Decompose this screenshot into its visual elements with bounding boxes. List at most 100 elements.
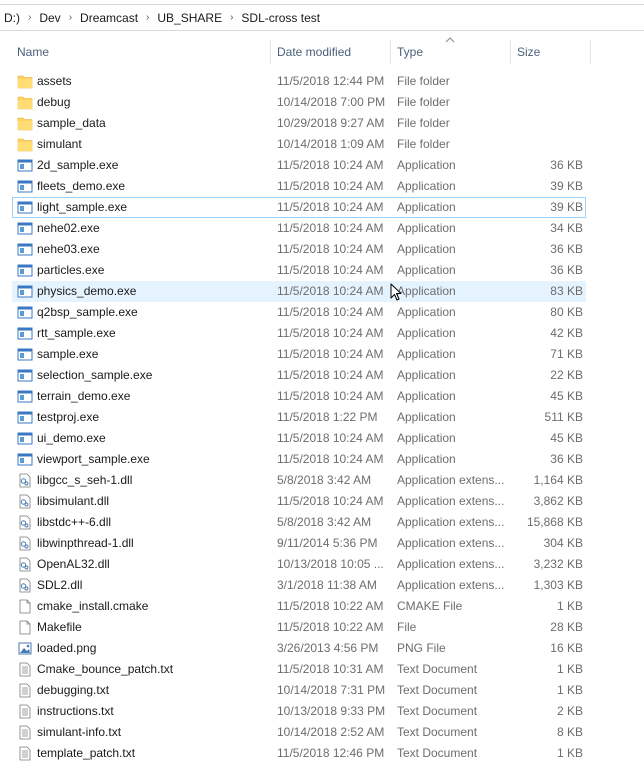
folder-icon [17, 138, 33, 152]
application-icon [17, 222, 33, 235]
file-row[interactable]: simulant-info.txt 10/14/2018 2:52 AM Text … [0, 722, 644, 743]
file-icon-cell [17, 281, 33, 302]
breadcrumb-separator-icon[interactable]: › [24, 12, 35, 23]
file-type: Application [397, 200, 456, 214]
file-row[interactable]: Cmake_bounce_patch.txt 11/5/2018 10:31 AM… [0, 659, 644, 680]
text-file-icon [19, 746, 31, 761]
file-name: template_patch.txt [37, 746, 136, 760]
column-header-name[interactable]: Name [17, 40, 49, 64]
file-row[interactable]: Makefile 11/5/2018 10:22 AM File 28 KB [0, 617, 644, 638]
file-date-modified: 11/5/2018 10:24 AM [277, 179, 384, 193]
file-row[interactable]: viewport_sample.exe 11/5/2018 10:24 AM App… [0, 449, 644, 470]
file-row[interactable]: fleets_demo.exe 11/5/2018 10:24 AM Applica… [0, 176, 644, 197]
file-row[interactable]: assets 11/5/2018 12:44 PM File folder [0, 71, 644, 92]
file-type: Application [397, 242, 456, 256]
file-icon-cell [17, 386, 33, 407]
file-icon-cell [17, 638, 33, 659]
file-row[interactable]: simulant 10/14/2018 1:09 AM File folder [0, 134, 644, 155]
file-date-modified: 11/5/2018 10:24 AM [277, 242, 384, 256]
column-divider[interactable] [590, 40, 591, 64]
breadcrumb-item[interactable]: D:) [0, 11, 24, 25]
breadcrumb: D:) › Dev › Dreamcast › UB_SHARE › SDL-cross tes… [0, 11, 324, 25]
file-icon-cell [17, 134, 33, 155]
file-row[interactable]: SDL2.dll 3/1/2018 11:38 AM Application ext… [0, 575, 644, 596]
breadcrumb-separator-icon[interactable]: › [226, 12, 237, 23]
address-bar[interactable]: D:) › Dev › Dreamcast › UB_SHARE › SDL-cross tes… [0, 4, 644, 31]
file-row[interactable]: terrain_demo.exe 11/5/2018 10:24 AM Applic… [0, 386, 644, 407]
breadcrumb-separator-icon[interactable]: › [142, 12, 153, 23]
file-row[interactable]: testproj.exe 11/5/2018 1:22 PM Application… [0, 407, 644, 428]
column-divider[interactable] [390, 40, 391, 64]
file-date-modified: 10/29/2018 9:27 AM [277, 116, 385, 130]
file-date-modified: 11/5/2018 10:24 AM [277, 368, 384, 382]
folder-icon [17, 117, 33, 131]
application-icon [17, 243, 33, 256]
file-type: Application [397, 179, 456, 193]
column-divider[interactable] [510, 40, 511, 64]
file-row[interactable]: selection_sample.exe 11/5/2018 10:24 AM Ap… [0, 365, 644, 386]
file-row[interactable]: instructions.txt 10/13/2018 9:33 PM Text D… [0, 701, 644, 722]
file-date-modified: 10/14/2018 1:09 AM [277, 137, 385, 151]
breadcrumb-item[interactable]: Dev [35, 11, 64, 25]
application-icon [17, 264, 33, 277]
file-date-modified: 5/8/2018 3:42 AM [277, 515, 372, 529]
file-name: 2d_sample.exe [37, 158, 119, 172]
file-type: CMAKE File [397, 599, 463, 613]
file-row[interactable]: 2d_sample.exe 11/5/2018 10:24 AM Applicati… [0, 155, 644, 176]
file-row[interactable]: template_patch.txt 11/5/2018 12:46 PM Text… [0, 743, 644, 764]
file-row[interactable]: libsimulant.dll 11/5/2018 10:24 AM Applica… [0, 491, 644, 512]
file-row[interactable]: debug 10/14/2018 7:00 PM File folder [0, 92, 644, 113]
column-divider[interactable] [270, 40, 271, 64]
file-type: Application extens... [397, 578, 505, 592]
file-row[interactable]: rtt_sample.exe 11/5/2018 10:24 AM Applicat… [0, 323, 644, 344]
file-row[interactable]: nehe03.exe 11/5/2018 10:24 AM Application 3… [0, 239, 644, 260]
file-type: Application [397, 431, 456, 445]
text-file-icon [19, 662, 31, 677]
file-name: debug [37, 95, 71, 109]
file-name: terrain_demo.exe [37, 389, 131, 403]
file-row[interactable]: light_sample.exe 11/5/2018 10:24 AM Applic… [0, 197, 644, 218]
file-date-modified: 11/5/2018 1:22 PM [277, 410, 378, 424]
column-header-type[interactable]: Type [397, 40, 423, 64]
file-row[interactable]: sample.exe 11/5/2018 10:24 AM Application 7… [0, 344, 644, 365]
breadcrumb-item[interactable]: Dreamcast [76, 11, 142, 25]
file-row[interactable]: sample_data 10/29/2018 9:27 AM File folder [0, 113, 644, 134]
column-header-size[interactable]: Size [517, 40, 540, 64]
file-date-modified: 3/1/2018 11:38 AM [277, 578, 377, 592]
breadcrumb-item[interactable]: UB_SHARE [153, 11, 226, 25]
file-row[interactable]: cmake_install.cmake 11/5/2018 10:22 AM CMA… [0, 596, 644, 617]
application-icon [17, 390, 33, 403]
file-name: physics_demo.exe [37, 284, 137, 298]
dll-icon [19, 494, 31, 509]
file-row[interactable]: ui_demo.exe 11/5/2018 10:24 AM Application… [0, 428, 644, 449]
file-size: 28 KB [550, 620, 583, 634]
file-size: 16 KB [550, 641, 583, 655]
file-row[interactable]: nehe02.exe 11/5/2018 10:24 AM Application 3… [0, 218, 644, 239]
file-icon-cell [17, 197, 33, 218]
breadcrumb-separator-icon[interactable]: › [65, 12, 76, 23]
dll-icon [19, 536, 31, 551]
file-row[interactable]: q2bsp_sample.exe 11/5/2018 10:24 AM Applic… [0, 302, 644, 323]
file-row[interactable]: libgcc_s_seh-1.dll 5/8/2018 3:42 AM Applic… [0, 470, 644, 491]
file-row[interactable]: libwinpthread-1.dll 9/11/2014 5:36 PM Appl… [0, 533, 644, 554]
application-icon [17, 432, 33, 445]
file-size: 45 KB [550, 431, 583, 445]
file-date-modified: 11/5/2018 10:24 AM [277, 326, 384, 340]
file-row[interactable]: debugging.txt 10/14/2018 7:31 PM Text Docu… [0, 680, 644, 701]
file-icon-cell [17, 701, 33, 722]
file-date-modified: 10/13/2018 9:33 PM [277, 704, 386, 718]
file-size: 3,232 KB [533, 557, 583, 571]
file-row[interactable]: loaded.png 3/26/2013 4:56 PM PNG File 16 KB [0, 638, 644, 659]
file-name: libstdc++-6.dll [37, 515, 112, 529]
file-size: 36 KB [550, 263, 583, 277]
application-icon [17, 411, 33, 424]
file-date-modified: 11/5/2018 10:24 AM [277, 263, 384, 277]
file-row[interactable]: libstdc++-6.dll 5/8/2018 3:42 AM Applicati… [0, 512, 644, 533]
column-header-date-modified[interactable]: Date modified [277, 40, 351, 64]
file-size: 39 KB [550, 200, 583, 214]
file-date-modified: 11/5/2018 10:22 AM [277, 620, 384, 634]
file-row[interactable]: OpenAL32.dll 10/13/2018 10:05 ... Applicat… [0, 554, 644, 575]
file-row[interactable]: particles.exe 11/5/2018 10:24 AM Applicati… [0, 260, 644, 281]
file-row[interactable]: physics_demo.exe 11/5/2018 10:24 AM Applic… [0, 281, 644, 302]
breadcrumb-item[interactable]: SDL-cross test [237, 11, 324, 25]
